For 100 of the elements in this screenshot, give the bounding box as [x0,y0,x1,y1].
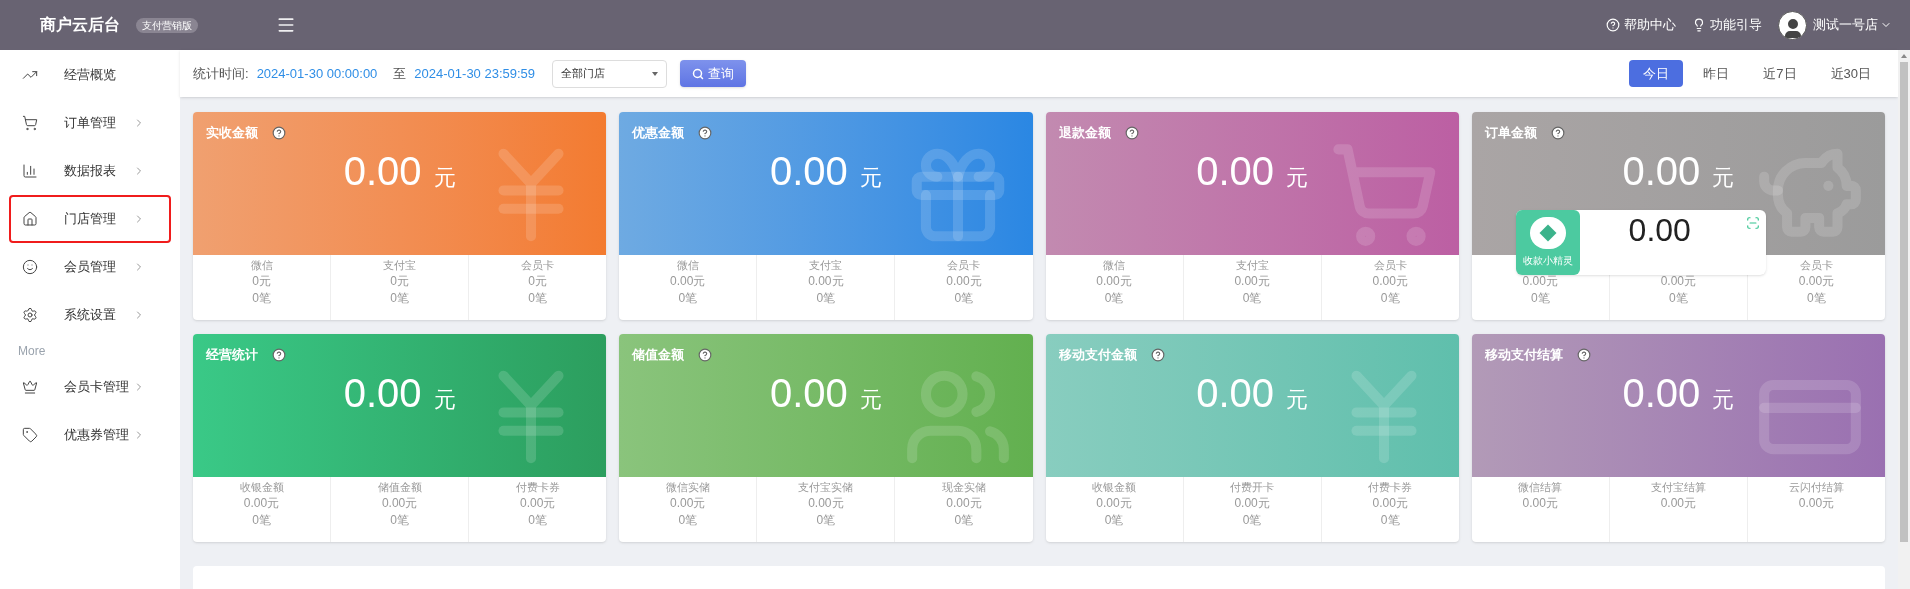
amount-unit: 元 [859,385,882,414]
cell-count: 0笔 [252,512,271,529]
help-icon [1606,18,1620,32]
cell-label: 微信结算 [1518,480,1563,495]
cell-amount: 0.00元 [1372,273,1408,290]
card-amount: 0.00 [1622,150,1701,191]
cell-label: 微信 [676,258,699,273]
cell-count: 0笔 [816,512,836,529]
edition-badge: 支付营销版 [136,17,198,33]
cell-amount: 0.00元 [381,495,418,512]
start-time[interactable]: 2024-01-30 00:00:00 [256,63,378,84]
cell-label: 云闪付结算 [1788,480,1844,495]
cell-count: 0笔 [1242,290,1262,307]
amount-unit: 元 [433,385,456,414]
help-icon[interactable] [272,347,286,362]
tag-icon [22,427,38,443]
settings-icon [22,307,38,323]
help-icon[interactable] [1550,125,1565,140]
section-label: More [17,343,47,360]
cell-amount: 0.00元 [1660,495,1697,512]
cell-label: 支付宝 [1235,258,1269,273]
cell-amount: 0.00元 [1372,495,1408,512]
floating-widget[interactable]: 收款小精灵 0.00 [1515,210,1766,275]
crown-icon [22,379,38,395]
header-link[interactable]: 功能引导 [1692,15,1762,35]
dropdown-caret-icon [652,71,659,76]
cell-label: 付费开卡 [1230,480,1275,495]
cell-amount: 0.00元 [1798,495,1835,512]
cell-amount: 0.00元 [1522,495,1558,512]
cell-label: 支付宝实储 [798,480,854,495]
card-amount: 0.00 [1196,150,1275,191]
filter-label: 统计时间: [193,64,249,83]
sidebar-item[interactable]: 经营概览 [9,51,171,99]
date-range-tab[interactable]: 近30日 [1816,60,1885,87]
user-menu[interactable]: 测试一号店 [1813,15,1892,35]
help-icon[interactable] [1576,347,1591,362]
card-amount: 0.00 [1196,372,1275,413]
cell-amount: 0.00元 [520,495,556,512]
amount-unit: 元 [1286,163,1309,192]
card-title: 移动支付金额 [1058,346,1137,364]
card-title: 实收金额 [206,124,258,142]
help-icon[interactable] [272,125,286,140]
amount-unit: 元 [1286,385,1309,414]
sidebar-item[interactable]: 订单管理 [9,99,171,147]
store-select[interactable]: 全部门店 [552,59,668,88]
amount-unit: 元 [1712,385,1735,414]
cell-label: 收银金额 [1092,480,1137,495]
card-title: 优惠金额 [632,124,685,142]
cell-count: 0笔 [678,512,698,529]
sidebar-item[interactable]: 系统设置 [9,291,171,339]
lightbulb-icon [1692,18,1706,32]
sidebar-item[interactable]: 数据报表 [9,147,171,195]
cell-count: 0笔 [954,290,974,307]
help-icon[interactable] [698,347,713,362]
cell-amount: 0.00元 [670,273,706,290]
help-icon[interactable] [1124,125,1139,140]
menu-icon[interactable] [276,15,296,35]
widget-amount: 0.00 [1627,211,1692,250]
cell-label: 会员卡 [1799,258,1833,273]
range-separator: 至 [393,64,407,83]
avatar-icon[interactable] [1778,10,1807,40]
sidebar-item[interactable]: 会员卡管理 [9,363,171,411]
cell-count: 0笔 [1669,290,1688,307]
app-title: 商户云后台 [40,15,120,35]
sidebar-item[interactable]: 门店管理 [9,195,171,243]
cell-label: 收银金额 [239,480,284,495]
date-range-tab[interactable]: 昨日 [1689,60,1744,87]
cell-count: 0笔 [1380,512,1400,529]
cell-count: 0笔 [1104,290,1124,307]
cell-count: 0笔 [1807,290,1826,307]
cell-label: 付费卡券 [1368,480,1413,495]
end-time[interactable]: 2024-01-30 23:59:59 [414,63,536,84]
amount-unit: 元 [433,163,456,192]
sidebar-item[interactable]: 优惠券管理 [9,411,171,459]
date-range-tab[interactable]: 今日 [1629,60,1684,87]
header-link[interactable]: 帮助中心 [1606,15,1676,35]
card-amount: 0.00 [769,372,848,413]
card-amount: 0.00 [343,372,422,413]
help-icon[interactable] [698,125,713,140]
cell-label: 微信实储 [665,480,710,495]
cell-count: 0笔 [816,290,836,307]
cell-count: 0笔 [390,290,409,307]
cell-count: 0笔 [1380,290,1400,307]
cell-label: 支付宝结算 [1650,480,1706,495]
cell-amount: 0.00元 [808,273,844,290]
cell-count: 0笔 [1530,290,1550,307]
cell-count: 0笔 [678,290,698,307]
card-amount: 0.00 [769,150,848,191]
card-title: 储值金额 [632,346,685,364]
card-title: 经营统计 [206,346,258,364]
cell-amount: 0.00元 [946,495,982,512]
search-icon [692,67,705,80]
cell-label: 微信 [1103,258,1126,273]
cell-count: 0笔 [954,512,974,529]
help-icon[interactable] [1150,347,1165,362]
sidebar-item[interactable]: 会员管理 [9,243,171,291]
date-range-tab[interactable]: 近7日 [1749,60,1811,87]
cell-label: 储值金额 [377,480,422,495]
cell-amount: 0.00元 [1096,495,1132,512]
cell-count: 0笔 [1242,512,1262,529]
